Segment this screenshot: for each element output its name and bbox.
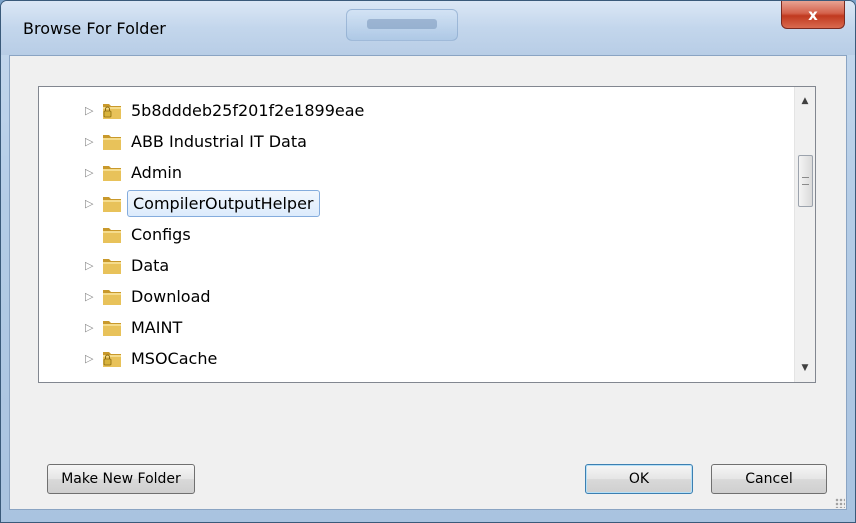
expand-arrow-icon[interactable]: ▷ <box>85 103 97 119</box>
close-icon: x <box>808 5 818 24</box>
expand-arrow-icon[interactable]: ▷ <box>85 289 97 305</box>
tree-item-label: Data <box>131 256 170 275</box>
tree-item-label: MSOCache <box>131 349 218 368</box>
scroll-down-icon[interactable]: ▼ <box>795 358 815 378</box>
folder-icon <box>103 166 121 181</box>
expand-arrow-icon[interactable]: ▷ <box>85 258 97 274</box>
browse-for-folder-dialog: Browse For Folder x ▷ 5b8dddeb25f201f2e18… <box>0 0 856 523</box>
tree-item-label: Admin <box>131 163 182 182</box>
locked-folder-icon <box>103 352 121 367</box>
tree-item-label: CompilerOutputHelper <box>127 190 320 217</box>
scroll-thumb[interactable] <box>798 155 813 207</box>
dialog-title: Browse For Folder <box>23 19 166 38</box>
tree-item[interactable]: ▷ MAINT <box>39 312 799 344</box>
ok-button[interactable]: OK <box>585 464 693 494</box>
tree-item-label: Download <box>131 287 211 306</box>
tree-item-label: 5b8dddeb25f201f2e1899eae <box>131 101 365 120</box>
folder-icon <box>103 197 121 212</box>
cancel-button[interactable]: Cancel <box>711 464 827 494</box>
tree-item[interactable]: ▷ MSOCache <box>39 343 799 375</box>
scroll-up-icon[interactable]: ▲ <box>795 91 815 111</box>
tree-item[interactable]: ▷ Data <box>39 250 799 282</box>
folder-icon <box>103 290 121 305</box>
make-new-folder-button[interactable]: Make New Folder <box>47 464 195 494</box>
close-button[interactable]: x <box>781 1 845 29</box>
tree-item-label: ABB Industrial IT Data <box>131 132 307 151</box>
tree-item[interactable]: ▷ Download <box>39 281 799 313</box>
resize-grip-icon[interactable] <box>835 498 845 508</box>
tree-item[interactable]: Configs <box>39 219 799 251</box>
vertical-scrollbar[interactable]: ▲ ▼ <box>794 87 815 382</box>
expand-arrow-icon[interactable]: ▷ <box>85 196 97 212</box>
background-window-tab <box>346 9 458 41</box>
title-bar[interactable]: Browse For Folder x <box>1 1 855 55</box>
tree-item[interactable]: ▷ 5b8dddeb25f201f2e1899eae <box>39 95 799 127</box>
folder-icon <box>103 321 121 336</box>
tree-item[interactable]: ▷ ABB Industrial IT Data <box>39 126 799 158</box>
folder-icon <box>103 259 121 274</box>
tree-item-label: MAINT <box>131 318 183 337</box>
folder-icon <box>103 135 121 150</box>
expand-arrow-icon[interactable]: ▷ <box>85 320 97 336</box>
expand-arrow-icon[interactable]: ▷ <box>85 134 97 150</box>
expand-arrow-icon[interactable]: ▷ <box>85 165 97 181</box>
folder-icon <box>103 228 121 243</box>
tree-item[interactable]: ▷ Admin <box>39 157 799 189</box>
folder-tree[interactable]: ▷ 5b8dddeb25f201f2e1899eae ▷ ABB Industrial… <box>38 86 816 383</box>
tree-item[interactable]: ▷ CompilerOutputHelper <box>39 188 799 220</box>
locked-folder-icon <box>103 104 121 119</box>
tree-item-label: Configs <box>131 225 191 244</box>
expand-arrow-icon[interactable]: ▷ <box>85 351 97 367</box>
